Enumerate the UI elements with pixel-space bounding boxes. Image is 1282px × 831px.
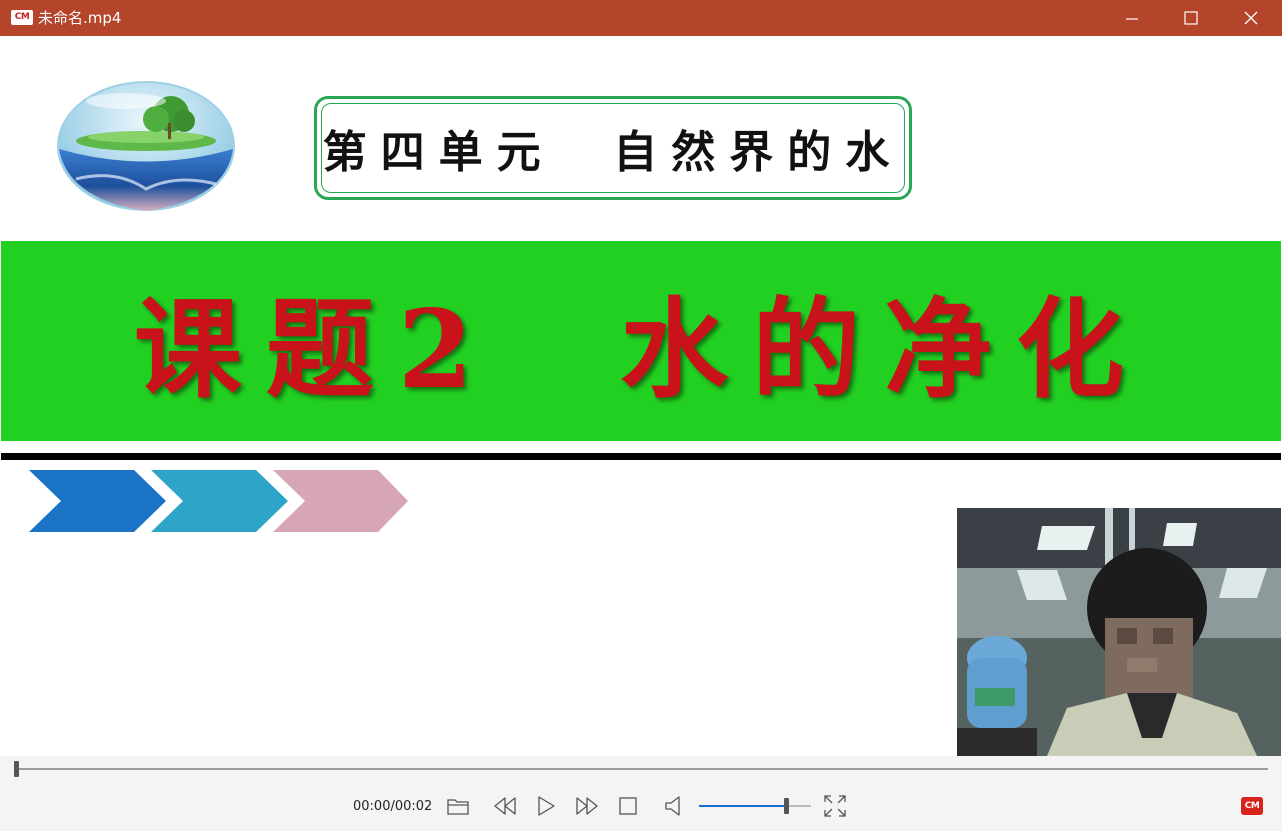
folder-icon <box>447 799 469 815</box>
stop-icon <box>619 797 637 815</box>
open-file-button[interactable] <box>445 793 471 819</box>
minimize-button[interactable] <box>1102 0 1162 36</box>
play-icon <box>538 796 555 816</box>
chevron-arrow-3 <box>273 470 408 532</box>
chevron-arrow-1 <box>29 470 166 532</box>
time-display: 00:00/00:02 <box>353 799 433 814</box>
brand-logo-icon: CM <box>1241 797 1263 815</box>
divider-line <box>1 453 1281 460</box>
seek-thumb[interactable] <box>14 761 19 777</box>
close-icon <box>1244 11 1258 25</box>
volume-slider[interactable] <box>699 798 811 814</box>
video-frame[interactable]: 第四单元 自然界的水 课题2 水的净化 <box>1 36 1281 756</box>
rewind-icon <box>494 797 516 815</box>
chevron-arrow-2 <box>151 470 288 532</box>
player-controls: 00:00/00:02 CM <box>0 756 1282 831</box>
fullscreen-icon <box>824 795 846 817</box>
unit-title-box: 第四单元 自然界的水 <box>314 96 912 200</box>
chevron-arrows-decoration <box>29 470 408 532</box>
lesson-title: 课题2 水的净化 <box>133 287 1149 413</box>
seek-bar[interactable] <box>16 768 1268 770</box>
fast-forward-icon <box>576 797 598 815</box>
minimize-icon <box>1126 18 1138 20</box>
maximize-icon <box>1184 11 1198 25</box>
fullscreen-button[interactable] <box>822 793 848 819</box>
mute-button[interactable] <box>662 793 688 819</box>
lesson-title-band: 课题2 水的净化 <box>1 241 1281 441</box>
unit-title: 第四单元 自然界的水 <box>322 127 904 178</box>
maximize-button[interactable] <box>1161 0 1221 36</box>
rewind-button[interactable] <box>492 793 518 819</box>
fast-forward-button[interactable] <box>574 793 600 819</box>
close-button[interactable] <box>1221 0 1281 36</box>
window-title: 未命名.mp4 <box>38 9 122 27</box>
webcam-overlay <box>957 508 1281 756</box>
app-logo-icon: CM <box>11 10 33 25</box>
stop-button[interactable] <box>615 793 641 819</box>
earth-globe-image <box>57 81 235 211</box>
speaker-icon <box>665 796 680 816</box>
title-bar: CM 未命名.mp4 <box>0 0 1282 36</box>
volume-level <box>699 805 787 807</box>
volume-thumb[interactable] <box>784 798 790 814</box>
play-button[interactable] <box>533 793 559 819</box>
